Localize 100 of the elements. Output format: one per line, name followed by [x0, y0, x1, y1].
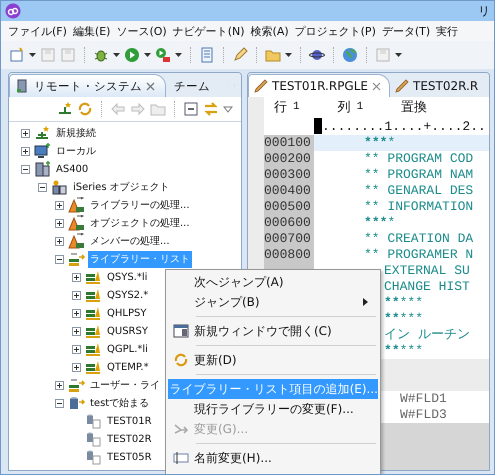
tree-item[interactable]: ユーザー・ライ	[88, 376, 162, 394]
line-number: 000800	[264, 247, 314, 263]
triangle-icon	[68, 233, 85, 249]
tree-item[interactable]: オブジェクトの処理...	[88, 214, 192, 232]
expander-icon[interactable]	[72, 308, 81, 318]
cylinder-icon	[68, 395, 85, 411]
tree-item[interactable]: TEST01R	[105, 412, 154, 430]
document-icon	[85, 431, 102, 447]
collapse-icon[interactable]	[183, 101, 199, 117]
server-icon	[51, 179, 68, 195]
expander-icon[interactable]	[55, 380, 64, 390]
menu-item[interactable]: 名前変更(H)...	[168, 448, 378, 468]
line-number: 000200	[264, 151, 314, 167]
code-line: ****	[364, 135, 396, 151]
menu-item[interactable]: 次へジャンプ(A)	[168, 272, 378, 292]
books-icon	[68, 377, 85, 393]
document-icon	[85, 413, 102, 429]
insert-mode: 置換	[401, 99, 428, 116]
line-number: 000100	[264, 135, 314, 151]
expander-icon[interactable]	[55, 398, 64, 408]
menu-item[interactable]: 実行	[433, 24, 462, 38]
document-icon	[85, 449, 102, 465]
menu-item[interactable]: ファイル(F)	[5, 24, 70, 38]
menu-item[interactable]: ナビゲート(N)	[170, 24, 248, 38]
line-number: 000600	[264, 215, 314, 231]
books-icon	[85, 323, 102, 339]
caret-icon[interactable]	[113, 53, 120, 57]
code-line: ** PROGRAM NAM	[364, 167, 474, 183]
menu-item[interactable]: 編集(E)	[70, 24, 114, 38]
pencil-icon[interactable]	[232, 47, 248, 63]
expander-icon[interactable]	[21, 128, 30, 138]
close-icon[interactable]	[372, 82, 381, 90]
panel-tab[interactable]: リモート・システム	[9, 74, 166, 97]
column-ruler: ........1....+....2..	[322, 118, 486, 134]
menu-item[interactable]: データ(T)	[378, 24, 434, 38]
network-icon[interactable]	[57, 101, 73, 117]
tree-item[interactable]: QHLPSY	[105, 304, 148, 322]
caret-icon[interactable]	[285, 53, 292, 57]
expander-icon[interactable]	[72, 326, 81, 336]
books-icon	[85, 305, 102, 321]
row-label: 行	[274, 99, 287, 116]
tree-item[interactable]: QTEMP.*	[105, 358, 151, 376]
tree-item[interactable]: TEST05R	[105, 448, 154, 466]
menu-item[interactable]: 検索(A)	[248, 24, 292, 38]
books-icon	[85, 341, 102, 357]
expander-icon[interactable]	[55, 254, 64, 264]
tree-item[interactable]: iSeries オブジェクト	[71, 178, 172, 196]
run-config-icon[interactable]	[155, 47, 171, 63]
expander-icon[interactable]	[38, 182, 47, 192]
tree-item[interactable]: testで始まる	[88, 394, 152, 412]
expander-icon[interactable]	[55, 218, 64, 228]
tree-item[interactable]: メンバーの処理...	[88, 232, 172, 250]
view-menu-icon[interactable]	[223, 106, 233, 112]
code-line: ** GENARAL DES	[364, 183, 474, 199]
triangle-icon	[68, 197, 85, 213]
tree-item[interactable]: 新規接続	[54, 124, 98, 142]
monitor-icon	[34, 143, 51, 159]
menu-item[interactable]: 現行ライブラリーの変更(F)...	[168, 399, 378, 419]
editor-tab[interactable]: TEST01R.RPGLE	[248, 74, 390, 97]
caret-icon[interactable]	[29, 53, 36, 57]
tree-item[interactable]: QGPL.*li	[105, 340, 150, 358]
close-icon[interactable]	[146, 82, 155, 90]
menu-item[interactable]: 更新(D)	[168, 350, 378, 370]
editor-tab[interactable]: TEST02R.R	[390, 75, 486, 97]
code-line: ** CREATION DA	[364, 231, 474, 247]
panel-tab[interactable]: チーム	[168, 75, 220, 97]
menu-item[interactable]: 新規ウィンドウで開く(C)	[168, 321, 378, 341]
menu-item[interactable]: ソース(O)	[113, 24, 170, 38]
document-icon[interactable]	[199, 47, 215, 63]
expander-icon[interactable]	[72, 272, 81, 282]
code-line: ** INFORMATION	[364, 199, 474, 215]
menu-item[interactable]: ジャンプ(B)	[168, 292, 378, 312]
tree-item[interactable]: ライブラリーの処理...	[88, 196, 192, 214]
caret-icon[interactable]	[395, 53, 402, 57]
column-label: 列	[338, 99, 351, 116]
menu-item[interactable]: プロジェクト(P)	[292, 24, 379, 38]
books-icon	[68, 251, 85, 267]
server-icon	[34, 161, 51, 177]
expander-icon[interactable]	[21, 164, 30, 174]
column-value: 1	[356, 101, 364, 113]
tree-item[interactable]: AS400	[54, 160, 90, 178]
tree-item[interactable]: QSYS.*li	[105, 268, 150, 286]
line-number: 000300	[264, 167, 314, 183]
planet-icon[interactable]	[309, 47, 325, 63]
tree-item[interactable]: QUSRSY	[105, 322, 150, 340]
pencil-icon	[395, 79, 409, 93]
globe-icon[interactable]	[342, 47, 358, 63]
line-number: 000500	[264, 199, 314, 215]
expander-icon[interactable]	[21, 146, 30, 156]
expander-icon[interactable]	[72, 290, 81, 300]
expander-icon[interactable]	[55, 236, 64, 246]
caret-icon[interactable]	[175, 53, 182, 57]
expander-icon[interactable]	[72, 362, 81, 372]
expander-icon[interactable]	[55, 200, 64, 210]
tree-item[interactable]: ローカル	[54, 142, 98, 160]
new-file-icon[interactable]	[9, 47, 25, 63]
tree-item[interactable]: TEST02R	[105, 430, 154, 448]
expander-icon[interactable]	[72, 344, 81, 354]
tree-item[interactable]: QSYS2.*	[105, 286, 150, 304]
caret-icon[interactable]	[144, 53, 151, 57]
